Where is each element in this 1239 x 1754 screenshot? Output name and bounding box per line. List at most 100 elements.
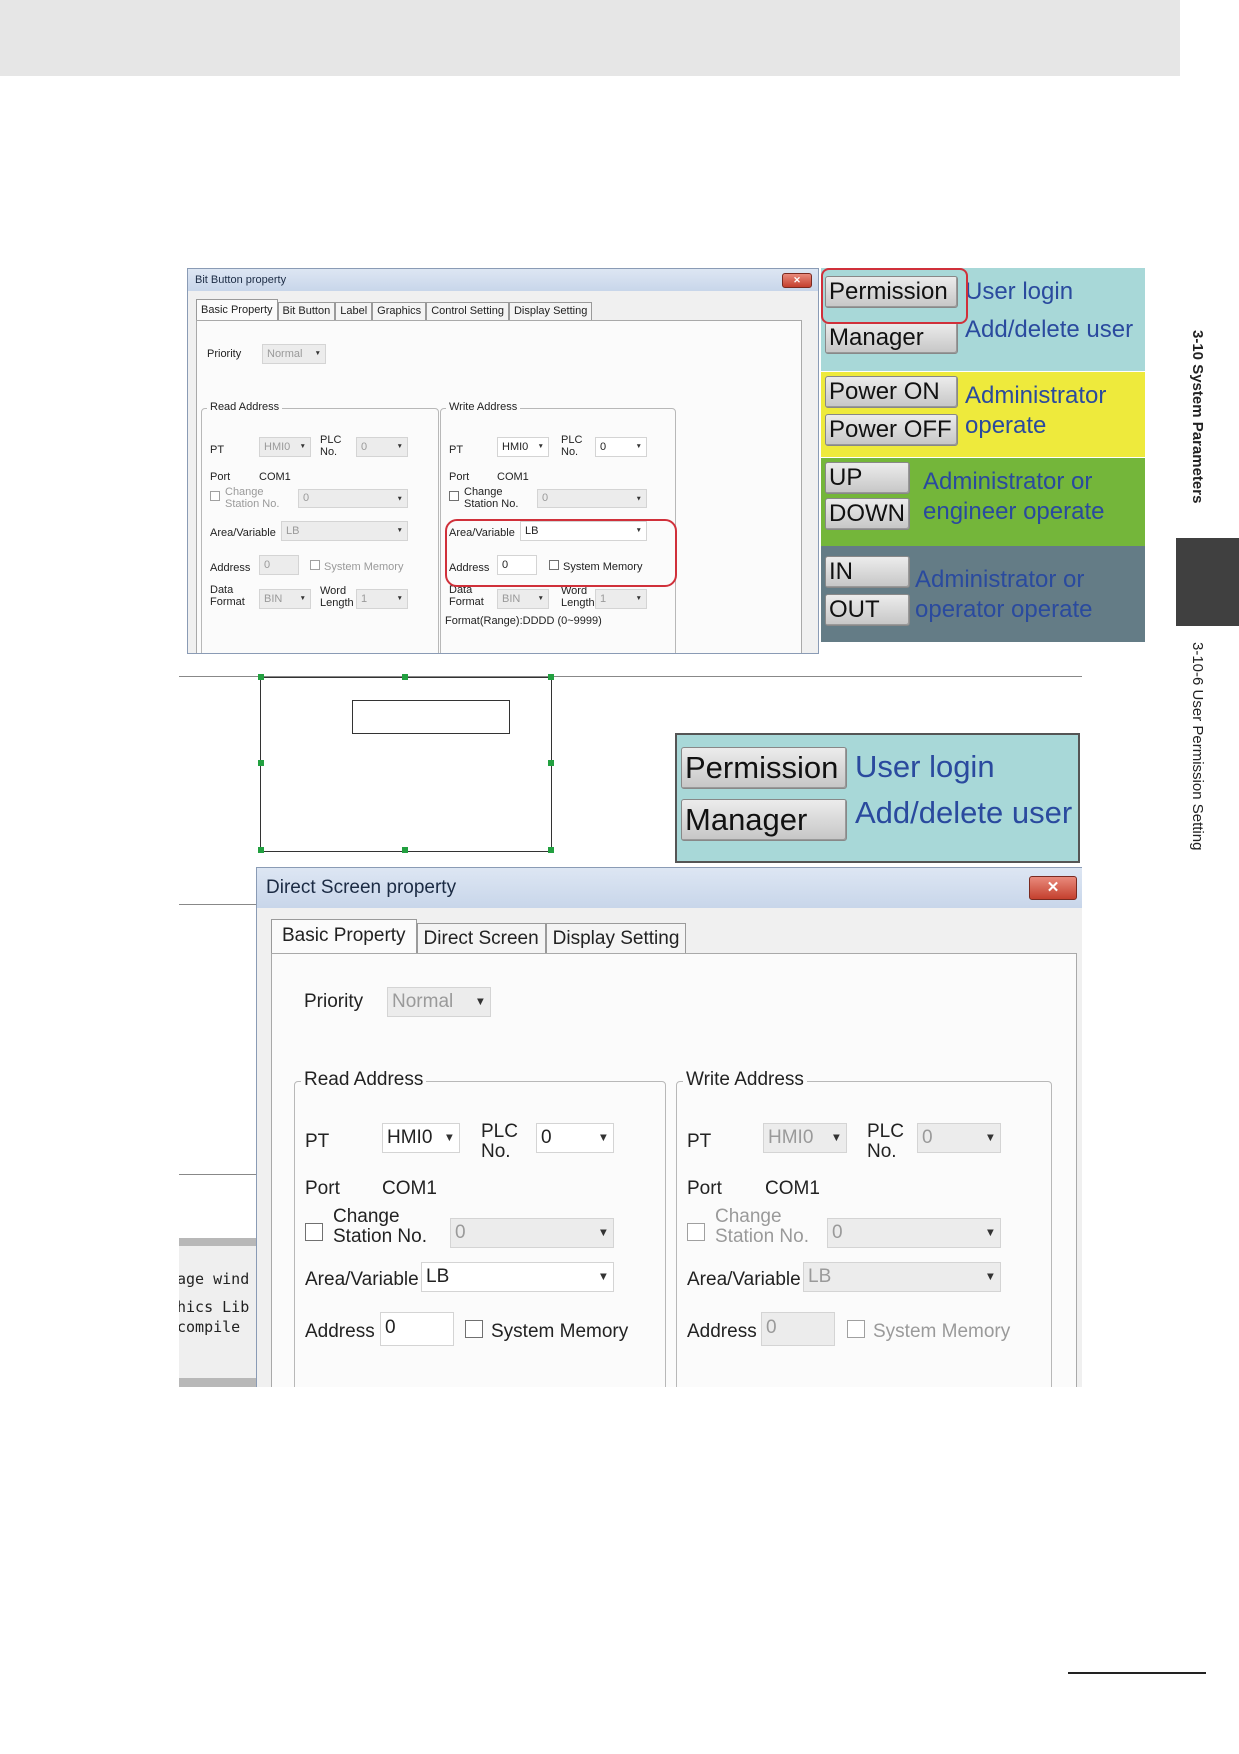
write-change-station-select[interactable]: 0 ▼ <box>827 1218 1001 1248</box>
section-side-tab: 3-10-6 User Permission Setting <box>1184 642 1210 882</box>
resize-handle-bc[interactable] <box>402 847 408 853</box>
read-address-group: Read Address PT HMI0 ▼ PLC No. 0 ▼ Port COM… <box>294 1069 666 1387</box>
write-address-title: Write Address <box>683 1069 807 1091</box>
dropdown-arrow-icon: ▼ <box>396 527 403 534</box>
resize-handle-mr[interactable] <box>548 760 554 766</box>
read-change-station-checkbox[interactable] <box>305 1223 323 1241</box>
read-change-station-checkbox[interactable] <box>210 491 220 501</box>
resize-handle-bl[interactable] <box>258 847 264 853</box>
manager-button-large[interactable]: Manager <box>681 799 847 841</box>
write-change-station-checkbox[interactable] <box>687 1223 705 1241</box>
read-pt-select[interactable]: HMI0 ▼ <box>382 1123 460 1153</box>
dialog-titlebar: Direct Screen property ✕ <box>257 868 1082 908</box>
write-address-input[interactable]: 0 <box>761 1312 835 1346</box>
read-plc-select[interactable]: 0 ▼ <box>536 1123 614 1153</box>
read-word-length-label: Word Length <box>320 585 354 609</box>
admin-or-operator-text-2: operator operate <box>915 596 1093 623</box>
resize-handle-br[interactable] <box>548 847 554 853</box>
read-address-input[interactable]: 0 <box>380 1312 454 1346</box>
read-address-group: Read Address PT HMI0 ▼ PLC No. 0 ▼ Port COM… <box>201 401 439 653</box>
write-change-line2: Station No. <box>715 1225 809 1247</box>
read-pt-label: PT <box>210 444 225 456</box>
read-pt-value: HMI0 <box>264 441 291 453</box>
tab-display-setting[interactable]: Display Setting <box>545 923 687 954</box>
read-plc-label-line1: PLC <box>320 434 342 446</box>
close-button[interactable]: ✕ <box>1029 876 1077 900</box>
resize-handle-tr[interactable] <box>548 674 554 680</box>
write-system-memory-checkbox[interactable] <box>847 1320 865 1338</box>
tab-graphics[interactable]: Graphics <box>372 302 427 321</box>
dropdown-arrow-icon: ▼ <box>597 1227 609 1239</box>
write-plc-select[interactable]: 0 ▼ <box>595 437 647 457</box>
read-system-memory-checkbox[interactable] <box>465 1320 483 1338</box>
write-word-length-select[interactable]: 1 ▼ <box>595 589 647 609</box>
read-change-station-label: Change Station No. <box>225 486 280 510</box>
close-button[interactable]: ✕ <box>782 273 812 288</box>
priority-select[interactable]: Normal ▼ <box>262 344 326 364</box>
write-change-station-label: Change Station No. <box>464 486 518 510</box>
read-plc-select[interactable]: 0 ▼ <box>356 437 408 457</box>
resize-handle-tc[interactable] <box>402 674 408 680</box>
highlight-write-area-address <box>445 519 677 587</box>
down-button[interactable]: DOWN <box>825 498 910 530</box>
write-pt-value: HMI0 <box>502 441 529 453</box>
dropdown-arrow-icon: ▼ <box>396 443 403 450</box>
dropdown-arrow-icon: ▼ <box>597 1271 609 1283</box>
page-header-band <box>0 0 1180 76</box>
up-button[interactable]: UP <box>825 462 910 494</box>
tab-label[interactable]: Label <box>335 302 373 321</box>
read-port-label: Port <box>305 1178 340 1199</box>
write-data-format-label: Data Format <box>449 584 484 608</box>
write-pt-select[interactable]: HMI0 ▼ <box>763 1123 847 1153</box>
resize-handle-ml[interactable] <box>258 760 264 766</box>
fragment-footer <box>179 1378 259 1387</box>
write-address-value: 0 <box>766 1317 777 1338</box>
read-pt-select[interactable]: HMI0 ▼ <box>259 437 311 457</box>
power-on-button[interactable]: Power ON <box>825 376 958 408</box>
write-plc-label-line2: No. <box>867 1140 897 1162</box>
in-button[interactable]: IN <box>825 556 910 588</box>
manager-button[interactable]: Manager <box>825 322 958 354</box>
dropdown-arrow-icon: ▼ <box>984 1132 996 1144</box>
write-plc-value: 0 <box>922 1127 933 1148</box>
read-data-format-select[interactable]: BIN ▼ <box>259 589 311 609</box>
write-change-station-value: 0 <box>832 1222 843 1243</box>
write-data-format-select[interactable]: BIN ▼ <box>497 589 549 609</box>
tab-strip: Basic Property Bit Button Label Graphics… <box>196 299 593 321</box>
write-plc-label-line1: PLC <box>867 1121 904 1142</box>
permission-button-large[interactable]: Permission <box>681 747 847 789</box>
write-port-label: Port <box>449 471 470 483</box>
read-change-line2: Station No. <box>225 497 280 510</box>
read-area-select[interactable]: LB ▼ <box>421 1262 614 1292</box>
read-pt-value: HMI0 <box>387 1127 433 1148</box>
read-change-station-select[interactable]: 0 ▼ <box>298 489 408 508</box>
admin-or-operator-text-1: Administrator or <box>915 566 1085 593</box>
read-word-line2: Length <box>320 596 354 609</box>
write-word-length-label: Word Length <box>561 585 595 609</box>
direct-screen-property-dialog: Direct Screen property ✕ Basic Property … <box>256 867 1082 1387</box>
tab-bit-button[interactable]: Bit Button <box>277 302 336 321</box>
resize-handle-tl[interactable] <box>258 674 264 680</box>
tab-basic-property[interactable]: Basic Property <box>196 299 278 321</box>
write-area-select[interactable]: LB ▼ <box>803 1262 1001 1292</box>
priority-select[interactable]: Normal ▼ <box>387 987 491 1017</box>
power-off-button[interactable]: Power OFF <box>825 414 958 446</box>
add-delete-user-text-large: Add/delete user <box>855 795 1073 830</box>
out-button[interactable]: OUT <box>825 594 910 626</box>
read-area-select[interactable]: LB ▼ <box>281 521 408 541</box>
read-data-line2: Format <box>210 595 245 608</box>
write-change-station-select[interactable]: 0 ▼ <box>537 489 647 508</box>
read-plc-label: PLC No. <box>320 434 342 458</box>
write-change-station-checkbox[interactable] <box>449 491 459 501</box>
read-change-station-select[interactable]: 0 ▼ <box>450 1218 614 1248</box>
tab-control-setting[interactable]: Control Setting <box>426 302 509 321</box>
tab-basic-property[interactable]: Basic Property <box>271 919 417 954</box>
user-login-text: User login <box>965 278 1074 305</box>
write-plc-select[interactable]: 0 ▼ <box>917 1123 1001 1153</box>
read-word-length-select[interactable]: 1 ▼ <box>356 589 408 609</box>
write-pt-select[interactable]: HMI0 ▼ <box>497 437 549 457</box>
tab-direct-screen[interactable]: Direct Screen <box>416 923 546 954</box>
tab-display-setting[interactable]: Display Setting <box>508 302 593 321</box>
read-address-input[interactable]: 0 <box>259 555 299 575</box>
read-system-memory-checkbox[interactable] <box>310 560 320 570</box>
